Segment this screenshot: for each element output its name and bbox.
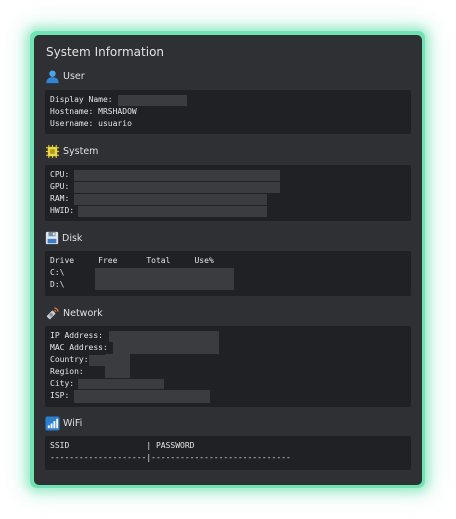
wifi-table-header: SSID | PASSWORD xyxy=(50,441,195,450)
username-line: Username: usuario xyxy=(50,119,132,128)
redacted-region xyxy=(105,354,130,378)
system-info-box: CPU: GPU: RAM: HWID: xyxy=(45,165,411,221)
user-icon xyxy=(46,70,59,83)
window-title: System Information xyxy=(46,45,165,59)
user-info-box: Display Name: Hostname: MRSHADOW Usernam… xyxy=(45,90,411,134)
country-label: Country: xyxy=(50,355,89,364)
gpu-label: GPU: xyxy=(50,182,70,191)
cpu-label: CPU: xyxy=(50,170,70,179)
redacted-ram xyxy=(74,194,267,205)
city-label: City: xyxy=(50,379,75,388)
section-header-system: System xyxy=(45,143,98,159)
section-header-user: User xyxy=(45,68,85,84)
section-title-wifi: WiFi xyxy=(63,417,83,429)
hwid-label: HWID: xyxy=(50,206,75,215)
redacted-disk-values xyxy=(95,268,234,290)
wifi-info-box: SSID | PASSWORD --------------------|---… xyxy=(45,436,411,470)
ip-address-label: IP Address: xyxy=(50,331,103,340)
floppy-disk-icon xyxy=(45,231,59,245)
ram-label: RAM: xyxy=(50,194,70,203)
signal-bars-icon xyxy=(45,415,60,431)
hostname-line: Hostname: MRSHADOW xyxy=(50,107,137,116)
mac-address-label: MAC Address: xyxy=(50,343,108,352)
redacted-cpu xyxy=(74,170,280,181)
redacted-city xyxy=(78,379,164,389)
drive-d-label: D:\ xyxy=(50,280,65,289)
display-name-label: Display Name: xyxy=(50,95,113,104)
section-header-disk: Disk xyxy=(45,230,82,246)
network-info-box: IP Address: MAC Address: Country: Region… xyxy=(45,326,411,407)
redacted-mac-address xyxy=(113,340,219,354)
isp-label: ISP: xyxy=(50,391,70,400)
redacted-hwid xyxy=(78,206,267,217)
wifi-table-divider: --------------------|-------------------… xyxy=(50,453,291,462)
chip-icon xyxy=(45,144,60,158)
section-title-disk: Disk xyxy=(62,232,83,244)
section-header-wifi: WiFi xyxy=(45,415,82,431)
drive-c-label: C:\ xyxy=(50,268,65,277)
section-title-system: System xyxy=(63,145,99,157)
system-info-window: System Information User Display Name: Ho… xyxy=(34,35,422,485)
section-header-network: Network xyxy=(45,305,103,321)
disk-table-header: Drive Free Total Use% xyxy=(50,256,214,265)
redacted-isp xyxy=(74,390,210,403)
disk-info-box: Drive Free Total Use% C:\ D:\ xyxy=(45,251,411,296)
region-label: Region: xyxy=(50,367,84,376)
satellite-icon xyxy=(46,306,59,319)
section-title-network: Network xyxy=(63,307,103,319)
redacted-gpu xyxy=(74,182,280,193)
redacted-display-name xyxy=(118,95,187,106)
section-title-user: User xyxy=(63,70,85,82)
